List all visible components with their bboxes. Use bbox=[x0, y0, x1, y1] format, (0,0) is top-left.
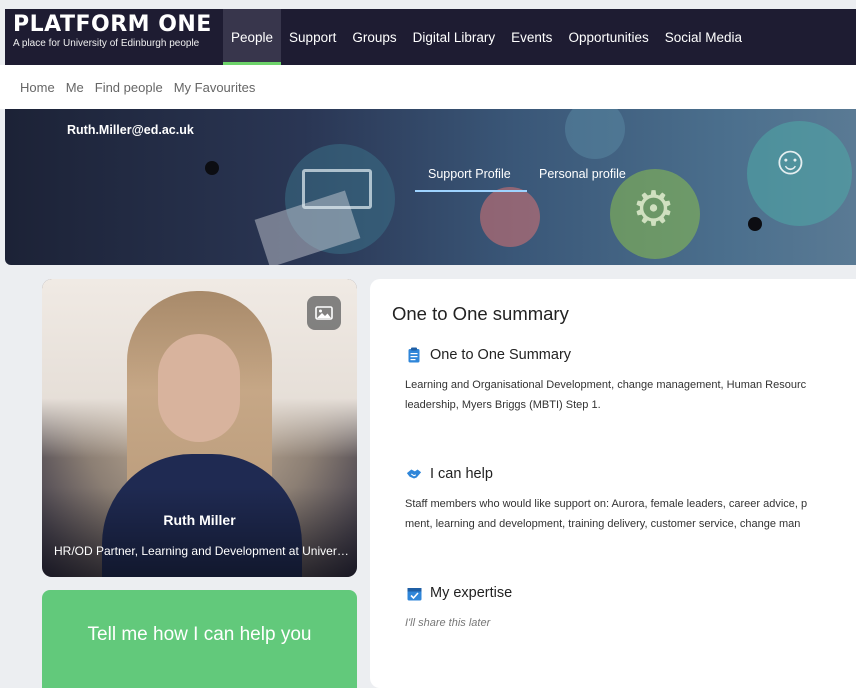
nav-item-people[interactable]: People bbox=[223, 9, 282, 65]
section-body: I'll share this later bbox=[405, 613, 512, 633]
brand-title: PLATFORM ONE bbox=[13, 12, 212, 37]
photo-overlay bbox=[42, 487, 357, 577]
section-body: Staff members who would like support on:… bbox=[405, 494, 807, 534]
section-body: Learning and Organisational Development,… bbox=[405, 375, 806, 415]
subnav-find-people[interactable]: Find people bbox=[95, 80, 163, 95]
nav-item-events[interactable]: Events bbox=[503, 9, 560, 65]
gear-icon: ⚙ bbox=[632, 183, 676, 236]
section-line: ment, learning and development, training… bbox=[405, 518, 801, 530]
banner-decoration bbox=[565, 109, 625, 159]
clipboard-icon bbox=[406, 347, 422, 363]
profile-name: Ruth Miller bbox=[163, 512, 236, 528]
nav-item-support[interactable]: Support bbox=[281, 9, 344, 65]
help-card-label: Tell me how I can help you bbox=[87, 624, 312, 645]
calendar-check-icon bbox=[406, 585, 422, 601]
subnav-home[interactable]: Home bbox=[20, 80, 55, 95]
brand-subtitle: A place for University of Edinburgh peop… bbox=[13, 38, 200, 49]
nav-item-groups[interactable]: Groups bbox=[344, 9, 404, 65]
nav-item-opportunities[interactable]: Opportunities bbox=[560, 9, 656, 65]
tab-personal-profile[interactable]: Personal profile bbox=[539, 167, 626, 181]
banner-decoration bbox=[748, 217, 762, 231]
team-icon: ☺ bbox=[770, 139, 811, 183]
subnav-me[interactable]: Me bbox=[66, 80, 84, 95]
profile-banner: ⚙ ☺ Ruth.Miller@ed.ac.uk Support Profile… bbox=[5, 109, 856, 265]
brand-logo[interactable]: PLATFORM ONE A place for University of E… bbox=[5, 9, 223, 65]
profile-email: Ruth.Miller@ed.ac.uk bbox=[67, 123, 194, 137]
image-icon bbox=[315, 306, 333, 320]
summary-section: One to One Summary Learning and Organisa… bbox=[405, 347, 806, 415]
section-line: Learning and Organisational Development,… bbox=[405, 379, 807, 391]
sub-navigation: Home Me Find people My Favourites bbox=[0, 65, 856, 109]
change-photo-button[interactable] bbox=[307, 296, 341, 330]
summary-section: My expertise I'll share this later bbox=[405, 585, 513, 633]
section-line: leadership, Myers Briggs (MBTI) Step 1. bbox=[405, 399, 601, 411]
banner-decoration bbox=[205, 161, 219, 175]
summary-section: I can help Staff members who would like … bbox=[405, 466, 807, 534]
section-heading: My expertise bbox=[430, 585, 513, 601]
profile-job-title: HR/OD Partner, Learning and Development … bbox=[54, 544, 349, 558]
nav-item-social-media[interactable]: Social Media bbox=[657, 9, 750, 65]
summary-title: One to One summary bbox=[392, 303, 569, 324]
section-line: Staff members who would like support on:… bbox=[405, 498, 808, 510]
summary-card: One to One summary One to One Summary Le… bbox=[370, 279, 856, 688]
profile-photo bbox=[158, 334, 240, 442]
active-tab-indicator bbox=[415, 190, 527, 192]
top-navigation: PLATFORM ONE A place for University of E… bbox=[5, 9, 856, 65]
tab-support-profile[interactable]: Support Profile bbox=[428, 167, 511, 181]
section-line: I'll share this later bbox=[405, 617, 491, 629]
section-heading: I can help bbox=[430, 466, 493, 482]
nav-item-digital-library[interactable]: Digital Library bbox=[405, 9, 504, 65]
money-icon bbox=[302, 169, 372, 209]
banner-decoration bbox=[480, 187, 540, 247]
help-card[interactable]: Tell me how I can help you bbox=[42, 590, 357, 688]
section-heading: One to One Summary bbox=[430, 347, 572, 363]
subnav-my-favourites[interactable]: My Favourites bbox=[174, 80, 256, 95]
profile-card: Ruth Miller HR/OD Partner, Learning and … bbox=[42, 279, 357, 577]
handshake-icon bbox=[406, 466, 422, 482]
